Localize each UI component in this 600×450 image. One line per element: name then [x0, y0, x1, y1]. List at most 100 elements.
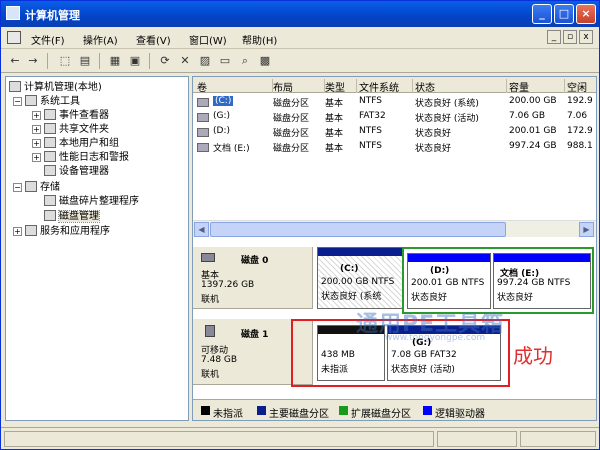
- services-icon: [25, 225, 37, 236]
- toolbar: ← → ⬚ ▤ ▦ ▣ ⟳ ✕ ▨ ▭ ⌕ ▩: [1, 49, 599, 73]
- forward-icon[interactable]: →: [25, 53, 41, 69]
- volume-status: 状态良好 (系统): [415, 99, 479, 109]
- menu-action[interactable]: 操作(A): [83, 32, 118, 47]
- app-icon: [6, 6, 20, 20]
- properties2-icon[interactable]: ▨: [197, 53, 213, 69]
- column-header-status[interactable]: 状态: [415, 79, 507, 94]
- window-menu-icon[interactable]: [7, 31, 21, 44]
- tree-item-device-manager[interactable]: 设备管理器: [44, 165, 109, 179]
- show-tree-icon[interactable]: ▤: [77, 53, 93, 69]
- column-header-free[interactable]: 空闲: [567, 79, 596, 94]
- console-tree: 计算机管理(本地) − 系统工具 + 事件查看器 + 共享文件夹 + 本地用户和组 + 性…: [5, 76, 189, 421]
- mdi-restore-button[interactable]: ▫: [563, 30, 577, 44]
- scroll-left-icon[interactable]: ◀: [194, 222, 209, 237]
- maximize-button[interactable]: □: [554, 4, 574, 24]
- volume-status: 状态良好: [415, 144, 452, 154]
- expand-icon[interactable]: +: [32, 111, 41, 120]
- column-header-type[interactable]: 类型: [325, 79, 357, 94]
- legend-label: 未指派: [213, 409, 243, 420]
- tree-item-storage[interactable]: − 存储: [13, 181, 60, 195]
- delete-icon[interactable]: ✕: [177, 53, 193, 69]
- tree-item-disk-management[interactable]: 磁盘管理: [44, 210, 100, 224]
- tree-item-shared-folders[interactable]: + 共享文件夹: [32, 123, 109, 137]
- search-icon[interactable]: ⌕: [237, 53, 253, 69]
- disk-size: 7.48 GB: [201, 355, 238, 365]
- menu-window[interactable]: 窗口(W): [189, 32, 227, 47]
- expand-icon[interactable]: +: [13, 227, 22, 236]
- up-icon[interactable]: ⬚: [57, 53, 73, 69]
- menu-view[interactable]: 查看(V): [136, 32, 171, 47]
- volume-layout: 磁盘分区: [273, 144, 310, 154]
- volume-layout: 磁盘分区: [273, 114, 310, 124]
- expand-icon[interactable]: +: [32, 125, 41, 134]
- tree-item-performance-logs[interactable]: + 性能日志和警报: [32, 151, 129, 165]
- collapse-icon[interactable]: −: [13, 183, 22, 192]
- mdi-close-button[interactable]: x: [579, 30, 593, 44]
- computer-icon: [9, 81, 21, 92]
- scroll-right-icon[interactable]: ▶: [579, 222, 594, 237]
- removable-disk-icon: [205, 325, 215, 337]
- volume-filesystem: NTFS: [359, 141, 382, 151]
- mdi-minimize-button[interactable]: _: [547, 30, 561, 44]
- help-icon[interactable]: ▩: [257, 53, 273, 69]
- volume-layout: 磁盘分区: [273, 99, 310, 109]
- volume-row[interactable]: (G:) 磁盘分区 基本 FAT32 状态良好 (活动) 7.06 GB 7.0…: [193, 111, 596, 124]
- column-header-capacity[interactable]: 容量: [509, 79, 565, 94]
- scrollbar-thumb[interactable]: [210, 222, 506, 237]
- volume-capacity: 200.01 GB: [509, 126, 557, 136]
- partition-size: 200.00 GB NTFS: [321, 277, 395, 287]
- menu-bar: 文件(F) 操作(A) 查看(V) 窗口(W) 帮助(H) _ ▫ x: [1, 27, 599, 49]
- tree-item-defrag[interactable]: 磁盘碎片整理程序: [44, 195, 139, 209]
- legend-swatch-extended: [339, 406, 348, 415]
- tools-icon: [25, 95, 37, 106]
- extended-partition-highlight: [402, 247, 594, 314]
- disk-icon: [201, 253, 215, 262]
- disk-0-info[interactable]: 磁盘 0 基本 1397.26 GB 联机: [193, 247, 313, 309]
- drive-icon: [197, 128, 209, 137]
- column-header-filesystem[interactable]: 文件系统: [359, 79, 413, 94]
- toolbar-separator: [99, 53, 100, 69]
- tree-item-computer-management[interactable]: 计算机管理(本地): [9, 81, 102, 95]
- back-icon[interactable]: ←: [7, 53, 23, 69]
- removable-drive-icon: [197, 113, 209, 122]
- horizontal-scrollbar[interactable]: ◀ ▶: [193, 220, 596, 237]
- column-header-volume[interactable]: 卷: [197, 79, 273, 94]
- column-header-layout[interactable]: 布局: [273, 79, 325, 94]
- volume-type: 基本: [325, 114, 344, 124]
- minimize-button[interactable]: _: [532, 4, 552, 24]
- volume-filesystem: NTFS: [359, 126, 382, 136]
- volume-capacity: 200.00 GB: [509, 96, 557, 106]
- tree-item-system-tools[interactable]: − 系统工具: [13, 95, 80, 109]
- export-icon[interactable]: ▣: [127, 53, 143, 69]
- volume-status: 状态良好 (活动): [415, 114, 479, 124]
- tree-item-event-viewer[interactable]: + 事件查看器: [32, 109, 109, 123]
- disk-name: 磁盘 1: [241, 330, 269, 340]
- refresh-icon[interactable]: ⟳: [157, 53, 173, 69]
- volume-name: (C:): [213, 96, 234, 106]
- expand-icon[interactable]: +: [32, 139, 41, 148]
- open-icon[interactable]: ▭: [217, 53, 233, 69]
- volume-free: 7.06: [567, 111, 588, 121]
- properties-icon[interactable]: ▦: [107, 53, 123, 69]
- close-button[interactable]: ×: [576, 4, 596, 24]
- volume-free: 192.9: [567, 96, 593, 106]
- partition-c[interactable]: (C:) 200.00 GB NTFS 状态良好 (系统: [317, 247, 404, 309]
- volume-row[interactable]: 文档 (E:) 磁盘分区 基本 NTFS 状态良好 997.24 GB 988.…: [193, 141, 596, 154]
- volume-capacity: 997.24 GB: [509, 141, 557, 151]
- tree-item-services-apps[interactable]: + 服务和应用程序: [13, 225, 110, 239]
- expand-icon[interactable]: +: [32, 153, 41, 162]
- volume-row[interactable]: (C:) 磁盘分区 基本 NTFS 状态良好 (系统) 200.00 GB 19…: [193, 96, 596, 109]
- title-bar[interactable]: 计算机管理 _ □ ×: [1, 1, 599, 27]
- disk-size: 1397.26 GB: [201, 280, 255, 290]
- tree-item-local-users[interactable]: + 本地用户和组: [32, 137, 119, 151]
- disk-state: 联机: [201, 370, 220, 380]
- event-viewer-icon: [44, 109, 56, 120]
- menu-file[interactable]: 文件(F): [31, 32, 65, 47]
- legend-swatch-primary: [257, 406, 266, 415]
- status-pane: [437, 431, 517, 447]
- volume-name: (D:): [213, 126, 230, 136]
- disk-management-icon: [44, 210, 56, 221]
- collapse-icon[interactable]: −: [13, 97, 22, 106]
- menu-help[interactable]: 帮助(H): [242, 32, 277, 47]
- volume-row[interactable]: (D:) 磁盘分区 基本 NTFS 状态良好 200.01 GB 172.9: [193, 126, 596, 139]
